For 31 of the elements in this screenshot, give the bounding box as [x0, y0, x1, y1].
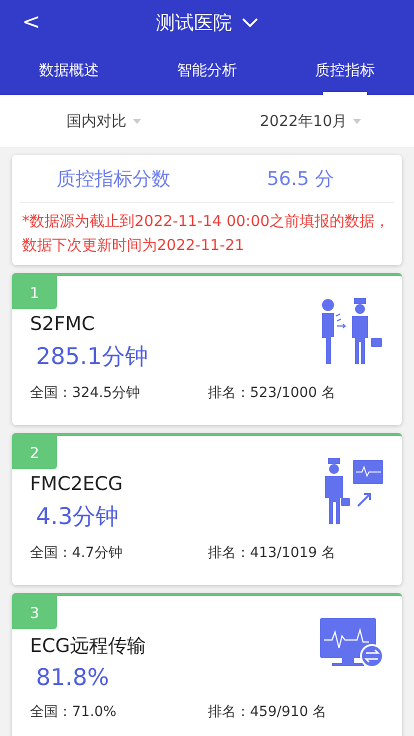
metric-name: ECG远程传输 — [30, 634, 146, 659]
tab[interactable]: 智能分析 — [138, 45, 276, 95]
metric-card[interactable]: 1 S2FMC 285.1分钟 全国：324.5分钟 排名：523/1000 名 — [12, 273, 402, 425]
chevron-down-icon — [242, 18, 258, 28]
national-value: 全国：324.5分钟 — [30, 384, 142, 402]
filter-dropdown[interactable]: 国内对比 — [0, 95, 207, 147]
filter-dropdown[interactable]: 2022年10月 — [207, 95, 414, 147]
index-badge: 1 — [12, 276, 57, 309]
metric-value: 285.1分钟 — [36, 343, 148, 372]
hospital-selector[interactable]: 测试医院 — [156, 10, 258, 36]
index-badge: 2 — [12, 436, 57, 469]
data-note: *数据源为截止到2022-11-14 00:00之前填报的数据，数据下次更新时间为2022-11-21 — [21, 211, 391, 256]
caret-icon — [132, 118, 140, 124]
metric-name: FMC2ECG — [30, 473, 123, 495]
metric-name: S2FMC — [30, 313, 95, 335]
national-value: 全国：4.7分钟 — [30, 544, 124, 562]
rank-text: 排名：413/1019 名 — [208, 544, 336, 562]
score-label: 质控指标分数 — [56, 166, 172, 192]
metric-card[interactable]: 3 ECG远程传输 81.8% 全国：71.0% 排名：459/910 名 — [12, 593, 402, 736]
index-badge: 3 — [12, 596, 57, 629]
tab[interactable]: 数据概述 — [0, 45, 138, 95]
metric-value: 4.3分钟 — [36, 503, 119, 532]
metric-card[interactable]: 2 FMC2ECG 4.3分钟 全国：4.7分钟 排名：413/1019 名 — [12, 433, 402, 585]
score-value: 56.5 分 — [266, 166, 336, 192]
national-value: 全国：71.0% — [30, 703, 118, 721]
rank-text: 排名：459/910 名 — [208, 703, 327, 721]
tab[interactable]: 质控指标 — [276, 45, 414, 95]
rank-text: 排名：523/1000 名 — [208, 384, 336, 402]
metric-value: 81.8% — [36, 665, 110, 691]
back-button[interactable]: < — [16, 8, 46, 37]
caret-icon — [353, 118, 362, 124]
